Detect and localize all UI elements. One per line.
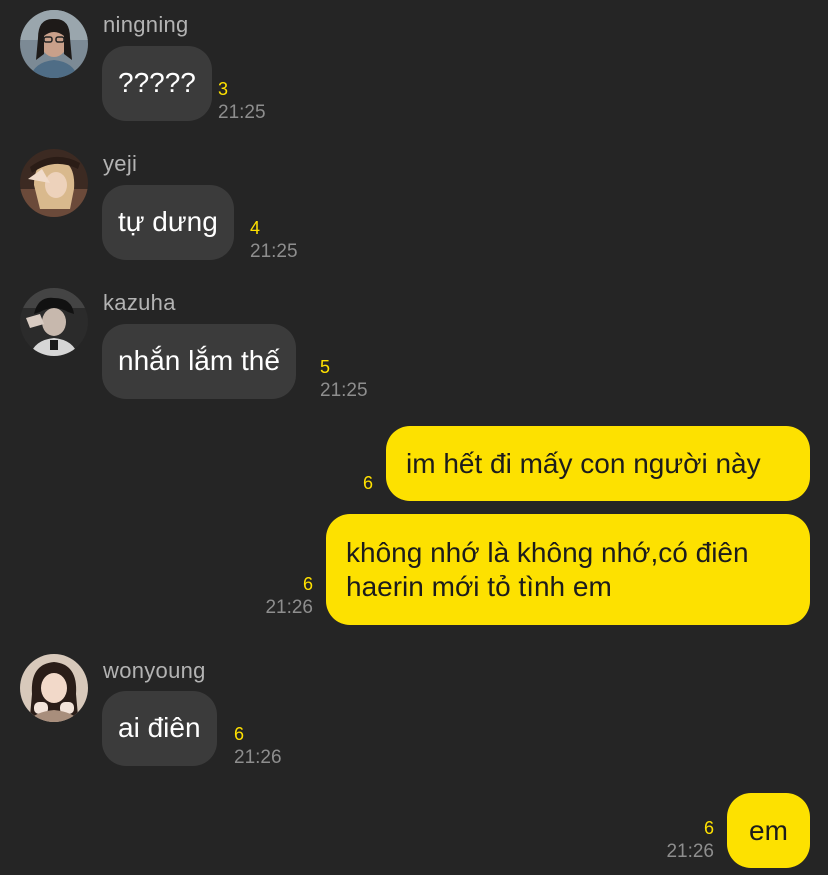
unread-count: 6 bbox=[703, 818, 714, 838]
sender-name: yeji bbox=[103, 151, 138, 176]
message-meta: 6 bbox=[363, 473, 373, 494]
sender-name: ningning bbox=[103, 12, 189, 37]
message-text: nhắn lắm thế bbox=[118, 345, 280, 376]
unread-count: 6 bbox=[302, 574, 313, 594]
unread-count: 4 bbox=[250, 218, 261, 238]
avatar-yeji[interactable] bbox=[20, 149, 88, 217]
timestamp: 21:25 bbox=[218, 102, 266, 123]
message-meta: 3 21:25 bbox=[218, 79, 266, 124]
sender-name: kazuha bbox=[103, 290, 176, 315]
message-text: im hết đi mấy con người này bbox=[406, 447, 761, 479]
avatar-wonyoung[interactable] bbox=[20, 654, 88, 722]
message-text: ai điên bbox=[118, 712, 201, 743]
message-bubble[interactable]: tự dưng bbox=[102, 185, 234, 260]
unread-count: 3 bbox=[218, 79, 229, 99]
timestamp: 21:26 bbox=[666, 841, 714, 862]
unread-count: 6 bbox=[234, 724, 245, 744]
timestamp: 21:25 bbox=[320, 380, 368, 401]
sender-name: wonyoung bbox=[103, 658, 206, 683]
unread-count: 5 bbox=[320, 357, 331, 377]
message-text-line-2: haerin mới tỏ tình em bbox=[346, 570, 612, 602]
timestamp: 21:25 bbox=[250, 241, 298, 262]
message-bubble-outgoing[interactable]: em bbox=[727, 793, 810, 868]
chat-thread[interactable]: ningning ????? 3 21:25 yeji tự dưng 4 21… bbox=[0, 0, 828, 875]
timestamp: 21:26 bbox=[265, 597, 313, 618]
avatar-ningning[interactable] bbox=[20, 10, 88, 78]
avatar-kazuha[interactable] bbox=[20, 288, 88, 356]
message-text: ????? bbox=[118, 67, 196, 98]
message-bubble-outgoing[interactable]: im hết đi mấy con người này bbox=[386, 426, 810, 501]
message-meta: 5 21:25 bbox=[320, 357, 368, 402]
unread-count: 6 bbox=[362, 473, 373, 493]
message-meta: 6 21:26 bbox=[666, 818, 714, 863]
message-bubble-outgoing[interactable]: không nhớ là không nhớ,có điên haerin mớ… bbox=[326, 514, 810, 625]
message-bubble[interactable]: ????? bbox=[102, 46, 212, 121]
message-text: tự dưng bbox=[118, 206, 218, 237]
message-meta: 4 21:25 bbox=[250, 218, 298, 263]
timestamp: 21:26 bbox=[234, 747, 282, 768]
message-bubble[interactable]: ai điên bbox=[102, 691, 217, 766]
message-meta: 6 21:26 bbox=[265, 574, 313, 619]
message-bubble[interactable]: nhắn lắm thế bbox=[102, 324, 296, 399]
message-text-line-1: không nhớ là không nhớ,có điên bbox=[346, 536, 749, 568]
message-meta: 6 21:26 bbox=[234, 724, 282, 769]
message-text: em bbox=[749, 814, 788, 846]
